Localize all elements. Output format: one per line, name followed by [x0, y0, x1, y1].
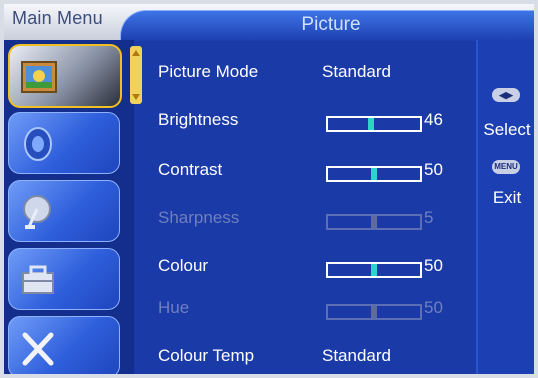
setting-label: Colour Temp [158, 346, 255, 365]
sharpness-slider [326, 214, 422, 230]
setting-number: 5 [424, 208, 434, 227]
setting-label: Colour [158, 256, 209, 275]
left-right-button-icon: ◀▶ [492, 88, 520, 102]
tools-icon [22, 332, 54, 366]
setting-label: Brightness [158, 110, 239, 129]
page-title: Picture [301, 14, 361, 35]
setting-number: 50 [424, 160, 443, 179]
setting-brightness[interactable]: Brightness 46 [158, 110, 474, 140]
select-hint: Select [483, 120, 531, 139]
exit-hint: Exit [492, 188, 522, 207]
menu-button-icon: MENU [492, 160, 520, 174]
slider-thumb [371, 306, 377, 318]
brightness-slider[interactable] [326, 116, 422, 132]
setting-value: Standard [322, 346, 391, 365]
slider-thumb [371, 264, 377, 276]
colour-slider[interactable] [326, 262, 422, 278]
sidebar-item-features[interactable] [8, 248, 120, 310]
toolbox-icon [22, 265, 54, 294]
main-menu-label: Main Menu [12, 8, 103, 28]
help-panel: ◀▶ Select MENU Exit [476, 40, 534, 374]
setting-label: Contrast [158, 160, 223, 179]
sidebar [4, 40, 142, 374]
setting-colour[interactable]: Colour 50 [158, 256, 474, 286]
slider-thumb [371, 216, 377, 228]
setting-number: 50 [424, 256, 443, 275]
sidebar-item-channel[interactable] [8, 180, 120, 242]
sidebar-item-picture[interactable] [8, 44, 122, 108]
title-tab: Picture [120, 10, 534, 41]
setting-label: Picture Mode [158, 62, 259, 81]
setting-colour-temp[interactable]: Colour Temp Standard [158, 346, 474, 374]
setting-contrast[interactable]: Contrast 50 [158, 160, 474, 190]
slider-thumb [368, 118, 374, 130]
setting-hue: Hue 50 [158, 298, 474, 328]
setting-label: Hue [158, 298, 190, 317]
setting-number: 50 [424, 298, 443, 317]
contrast-slider[interactable] [326, 166, 422, 182]
sidebar-item-setup[interactable] [8, 316, 120, 374]
settings-list: Picture Mode Standard Brightness 46 Cont… [140, 40, 474, 374]
tv-menu-screen: Main Menu Picture Picture Mode Standard … [4, 4, 534, 374]
top-bar: Main Menu Picture [4, 4, 534, 41]
satellite-dish-icon [23, 195, 51, 229]
sidebar-item-sound[interactable] [8, 112, 120, 174]
setting-number: 46 [424, 110, 443, 129]
slider-thumb [371, 168, 377, 180]
setting-value: Standard [322, 62, 391, 81]
picture-icon [21, 61, 57, 93]
speaker-icon [24, 127, 52, 161]
setting-picture-mode[interactable]: Picture Mode Standard [158, 62, 474, 92]
setting-sharpness: Sharpness 5 [158, 208, 474, 238]
hue-slider [326, 304, 422, 320]
setting-label: Sharpness [158, 208, 240, 227]
